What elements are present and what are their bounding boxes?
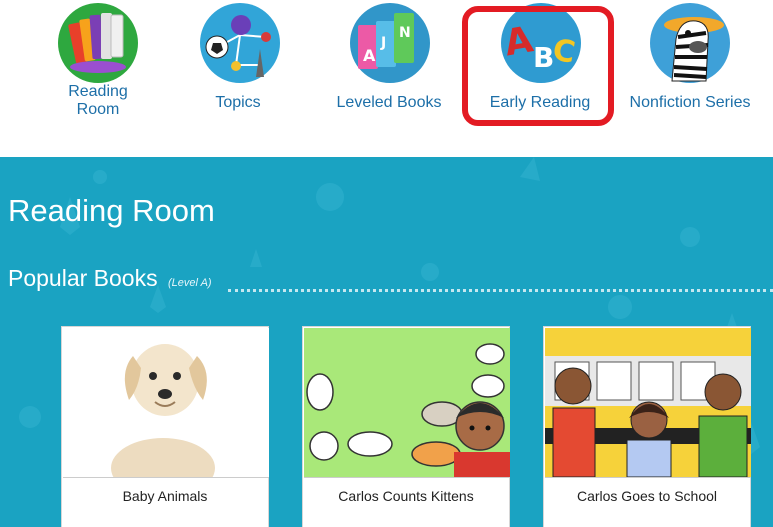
alphabet-blocks-icon: A J N (350, 3, 430, 83)
books-icon (58, 3, 138, 83)
svg-text:A: A (363, 46, 376, 65)
zebra-icon (650, 3, 730, 83)
section-heading: Popular Books (Level A) (8, 265, 212, 292)
selection-highlight (462, 6, 614, 126)
nav-label-reading-room: Reading Room (68, 83, 128, 118)
svg-text:J: J (380, 35, 386, 51)
book-cover-baby-animals (63, 328, 269, 478)
book-cover-carlos-counts-kittens (304, 328, 510, 478)
book-title: Carlos Counts Kittens (338, 488, 474, 504)
reading-room-section: Reading Room Popular Books (Level A) Bab… (0, 157, 773, 527)
nav-label-leveled-books: Leveled Books (336, 94, 442, 111)
book-title: Baby Animals (122, 488, 208, 504)
svg-text:N: N (399, 25, 411, 41)
book-title: Carlos Goes to School (576, 488, 718, 504)
book-cover-carlos-goes-to-school (545, 328, 751, 478)
nav-label-topics: Topics (215, 94, 261, 111)
book-card-baby-animals[interactable]: Baby Animals (61, 326, 269, 527)
nav-item-leveled-books[interactable]: A J N Leveled Books (314, 0, 464, 150)
topics-icon (200, 3, 280, 83)
book-card-carlos-counts-kittens[interactable]: Carlos Counts Kittens (302, 326, 510, 527)
nav-item-reading-room[interactable]: Reading Room (23, 0, 173, 150)
nav-item-topics[interactable]: Topics (163, 0, 313, 150)
level-note: (Level A) (167, 277, 212, 289)
section-title: Popular Books (8, 265, 158, 291)
nav-item-nonfiction-series[interactable]: Nonfiction Series (615, 0, 765, 150)
book-card-carlos-goes-to-school[interactable]: Carlos Goes to School (543, 326, 751, 527)
nav-label-nonfiction-series: Nonfiction Series (629, 94, 751, 111)
page-title: Reading Room (8, 193, 215, 228)
category-nav: Reading Room Topics A J N Leveled Books … (0, 0, 773, 157)
dotted-divider (228, 289, 773, 292)
